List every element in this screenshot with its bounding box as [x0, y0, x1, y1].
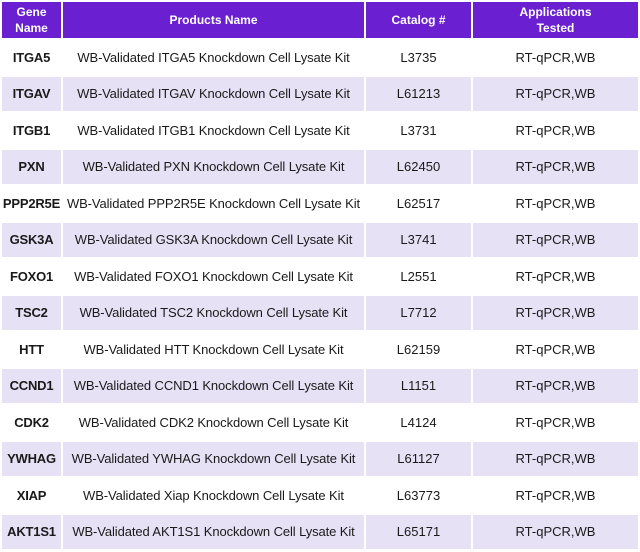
table-row: XIAP WB-Validated Xiap Knockdown Cell Lys…: [2, 478, 638, 513]
catalog-number-cell: L7712: [366, 295, 471, 330]
table-body: ITGA5 WB-Validated ITGA5 Knockdown Cell L…: [2, 40, 638, 549]
applications-cell: RT-qPCR,WB: [473, 332, 638, 367]
table-row: PPP2R5E WB-Validated PPP2R5E Knockdown Ce…: [2, 186, 638, 221]
gene-name-cell: ITGB1: [2, 113, 61, 148]
gene-name-cell: ITGAV: [2, 76, 61, 111]
product-name-cell: WB-Validated TSC2 Knockdown Cell Lysate …: [63, 295, 364, 330]
applications-cell: RT-qPCR,WB: [473, 514, 638, 549]
product-name-cell: WB-Validated YWHAG Knockdown Cell Lysate…: [63, 441, 364, 476]
applications-cell: RT-qPCR,WB: [473, 149, 638, 184]
table-row: FOXO1 WB-Validated FOXO1 Knockdown Cell L…: [2, 259, 638, 294]
catalog-number-cell: L3735: [366, 40, 471, 75]
applications-cell: RT-qPCR,WB: [473, 441, 638, 476]
table-row: PXN WB-Validated PXN Knockdown Cell Lysat…: [2, 149, 638, 184]
table-row: CCND1 WB-Validated CCND1 Knockdown Cell L…: [2, 368, 638, 403]
product-name-cell: WB-Validated ITGA5 Knockdown Cell Lysate…: [63, 40, 364, 75]
table-row: YWHAG WB-Validated YWHAG Knockdown Cell L…: [2, 441, 638, 476]
applications-tested-header: Applications Tested: [473, 2, 638, 38]
products-table: Gene Name Products Name Catalog # Applic…: [0, 0, 640, 551]
catalog-number-cell: L2551: [366, 259, 471, 294]
table-row: ITGAV WB-Validated ITGAV Knockdown Cell L…: [2, 76, 638, 111]
catalog-number-cell: L62159: [366, 332, 471, 367]
catalog-number-cell: L62450: [366, 149, 471, 184]
catalog-number-cell: L61213: [366, 76, 471, 111]
table-row: ITGA5 WB-Validated ITGA5 Knockdown Cell L…: [2, 40, 638, 75]
products-name-header: Products Name: [63, 2, 364, 38]
gene-name-cell: TSC2: [2, 295, 61, 330]
applications-cell: RT-qPCR,WB: [473, 368, 638, 403]
applications-cell: RT-qPCR,WB: [473, 113, 638, 148]
applications-cell: RT-qPCR,WB: [473, 405, 638, 440]
table-row: ITGB1 WB-Validated ITGB1 Knockdown Cell L…: [2, 113, 638, 148]
product-name-cell: WB-Validated ITGB1 Knockdown Cell Lysate…: [63, 113, 364, 148]
gene-name-cell: CCND1: [2, 368, 61, 403]
product-name-cell: WB-Validated PPP2R5E Knockdown Cell Lysa…: [63, 186, 364, 221]
product-name-cell: WB-Validated AKT1S1 Knockdown Cell Lysat…: [63, 514, 364, 549]
applications-cell: RT-qPCR,WB: [473, 186, 638, 221]
table-row: HTT WB-Validated HTT Knockdown Cell Lysat…: [2, 332, 638, 367]
catalog-number-cell: L65171: [366, 514, 471, 549]
product-name-cell: WB-Validated GSK3A Knockdown Cell Lysate…: [63, 222, 364, 257]
product-name-cell: WB-Validated CCND1 Knockdown Cell Lysate…: [63, 368, 364, 403]
catalog-number-cell: L62517: [366, 186, 471, 221]
applications-cell: RT-qPCR,WB: [473, 222, 638, 257]
applications-cell: RT-qPCR,WB: [473, 76, 638, 111]
catalog-number-cell: L3731: [366, 113, 471, 148]
gene-name-cell: AKT1S1: [2, 514, 61, 549]
gene-name-cell: HTT: [2, 332, 61, 367]
gene-name-cell: YWHAG: [2, 441, 61, 476]
applications-cell: RT-qPCR,WB: [473, 259, 638, 294]
catalog-number-cell: L1151: [366, 368, 471, 403]
catalog-header: Catalog #: [366, 2, 471, 38]
gene-name-header: Gene Name: [2, 2, 61, 38]
product-name-cell: WB-Validated CDK2 Knockdown Cell Lysate …: [63, 405, 364, 440]
table-header: Gene Name Products Name Catalog # Applic…: [2, 2, 638, 38]
applications-cell: RT-qPCR,WB: [473, 40, 638, 75]
applications-cell: RT-qPCR,WB: [473, 295, 638, 330]
product-name-cell: WB-Validated Xiap Knockdown Cell Lysate …: [63, 478, 364, 513]
gene-name-cell: CDK2: [2, 405, 61, 440]
gene-name-cell: PPP2R5E: [2, 186, 61, 221]
gene-name-cell: GSK3A: [2, 222, 61, 257]
product-name-cell: WB-Validated PXN Knockdown Cell Lysate K…: [63, 149, 364, 184]
table-row: AKT1S1 WB-Validated AKT1S1 Knockdown Cell…: [2, 514, 638, 549]
catalog-number-cell: L63773: [366, 478, 471, 513]
table-row: GSK3A WB-Validated GSK3A Knockdown Cell L…: [2, 222, 638, 257]
applications-cell: RT-qPCR,WB: [473, 478, 638, 513]
catalog-number-cell: L4124: [366, 405, 471, 440]
header-row: Gene Name Products Name Catalog # Applic…: [2, 2, 638, 38]
gene-name-cell: FOXO1: [2, 259, 61, 294]
catalog-number-cell: L61127: [366, 441, 471, 476]
catalog-number-cell: L3741: [366, 222, 471, 257]
product-name-cell: WB-Validated FOXO1 Knockdown Cell Lysate…: [63, 259, 364, 294]
table-row: CDK2 WB-Validated CDK2 Knockdown Cell Lys…: [2, 405, 638, 440]
gene-name-cell: XIAP: [2, 478, 61, 513]
table-row: TSC2 WB-Validated TSC2 Knockdown Cell Lys…: [2, 295, 638, 330]
gene-name-cell: PXN: [2, 149, 61, 184]
gene-name-cell: ITGA5: [2, 40, 61, 75]
product-name-cell: WB-Validated ITGAV Knockdown Cell Lysate…: [63, 76, 364, 111]
product-name-cell: WB-Validated HTT Knockdown Cell Lysate K…: [63, 332, 364, 367]
